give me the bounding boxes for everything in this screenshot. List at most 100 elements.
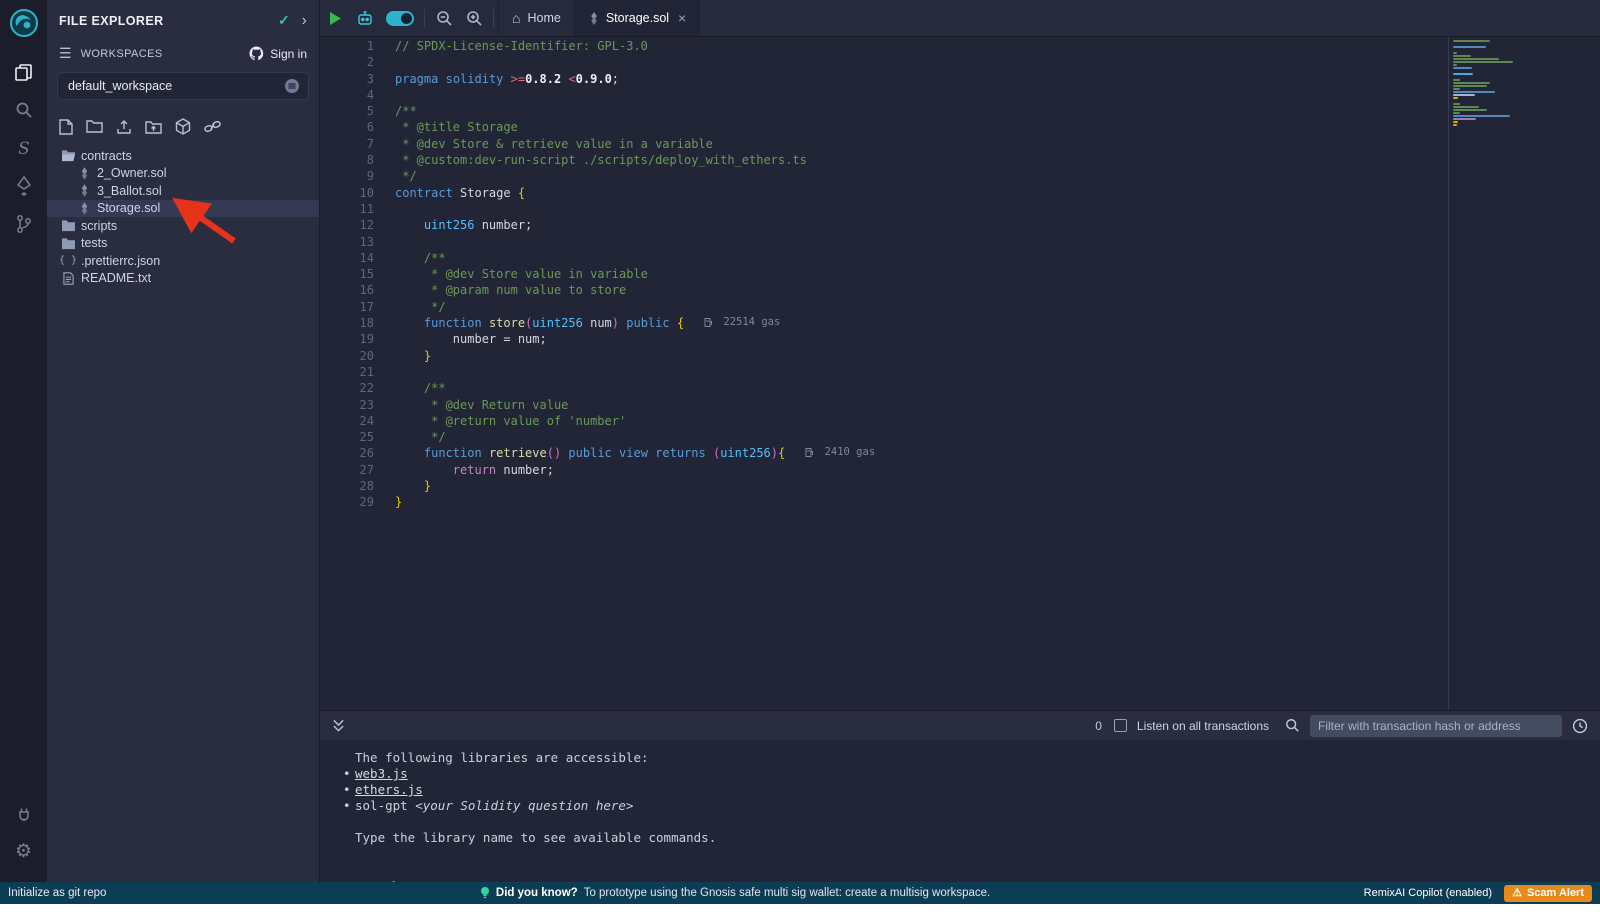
tree-item[interactable]: { }.prettierrc.json xyxy=(47,252,319,270)
workspace-select[interactable]: default_workspace xyxy=(57,72,309,100)
lightbulb-icon xyxy=(480,886,490,900)
sign-in-button[interactable]: Sign in xyxy=(249,46,307,61)
code-line: 12 uint256 number; xyxy=(320,218,1600,234)
transaction-filter-input[interactable] xyxy=(1310,715,1562,737)
github-icon xyxy=(249,46,264,61)
tree-item[interactable]: Storage.sol xyxy=(47,200,319,218)
expand-terminal-icon[interactable] xyxy=(332,718,345,733)
code-line: 22 /** xyxy=(320,381,1600,397)
tree-item[interactable]: tests xyxy=(47,235,319,253)
tree-item[interactable]: 3_Ballot.sol xyxy=(47,182,319,200)
line-number: 19 xyxy=(320,332,374,348)
line-number: 7 xyxy=(320,137,374,153)
tree-item[interactable]: README.txt xyxy=(47,270,319,288)
tree-item[interactable]: contracts xyxy=(47,147,319,165)
tree-item[interactable]: 2_Owner.sol xyxy=(47,165,319,183)
ai-copilot-toggle[interactable] xyxy=(380,0,420,36)
line-number: 2 xyxy=(320,55,374,71)
ai-copilot-robot-icon[interactable] xyxy=(350,0,380,36)
line-number: 10 xyxy=(320,186,374,202)
code-line: 18 function store(uint256 num) public { … xyxy=(320,316,1600,332)
code-editor[interactable]: 1// SPDX-License-Identifier: GPL-3.023pr… xyxy=(320,37,1600,710)
terminal-line: •web3.js xyxy=(320,766,1600,782)
terminal-search-icon[interactable] xyxy=(1285,718,1300,733)
history-clock-icon[interactable] xyxy=(1572,718,1588,734)
code-line: 14 /** xyxy=(320,251,1600,267)
code-line: 6 * @title Storage xyxy=(320,120,1600,136)
deploy-run-icon[interactable] xyxy=(0,167,47,205)
line-number: 16 xyxy=(320,283,374,299)
code-line: 5/** xyxy=(320,104,1600,120)
search-icon[interactable] xyxy=(0,91,47,129)
code-line: 27 return number; xyxy=(320,463,1600,479)
panel-title: FILE EXPLORER xyxy=(59,14,278,28)
code-line: 2 xyxy=(320,55,1600,71)
code-line: 11 xyxy=(320,202,1600,218)
copilot-status[interactable]: RemixAI Copilot (enabled) xyxy=(1364,887,1492,899)
code-line: 21 xyxy=(320,365,1600,381)
code-line: 4 xyxy=(320,88,1600,104)
gas-estimate-badge: 2410 gas xyxy=(805,446,875,458)
tree-item-label: scripts xyxy=(81,219,117,233)
warning-icon: ⚠ xyxy=(1512,888,1522,899)
toggle-pill xyxy=(386,11,414,26)
accept-check-icon[interactable]: ✓ xyxy=(278,12,290,29)
terminal-line: Type the library name to see available c… xyxy=(320,830,1600,846)
zoom-in-icon[interactable] xyxy=(459,0,489,36)
folder-open-icon xyxy=(59,149,77,162)
settings-icon[interactable]: ⚙ xyxy=(0,832,47,870)
workspace-options-icon[interactable] xyxy=(284,78,300,94)
code-line: 19 number = num; xyxy=(320,332,1600,348)
code-line: 23 * @dev Return value xyxy=(320,398,1600,414)
zoom-out-icon[interactable] xyxy=(429,0,459,36)
git-icon[interactable] xyxy=(0,205,47,243)
tab-storage-sol[interactable]: Storage.sol × xyxy=(575,0,700,36)
upload-file-icon[interactable] xyxy=(116,119,132,135)
code-line: 17 */ xyxy=(320,300,1600,316)
tree-item[interactable]: scripts xyxy=(47,217,319,235)
upload-folder-icon[interactable] xyxy=(145,119,162,135)
new-file-icon[interactable] xyxy=(59,119,73,135)
code-line: 29} xyxy=(320,495,1600,511)
solidity-compiler-icon[interactable]: S xyxy=(0,129,47,167)
init-git-repo-button[interactable]: Initialize as git repo xyxy=(8,887,106,899)
terminal-line: The following libraries are accessible: xyxy=(320,750,1600,766)
line-number: 17 xyxy=(320,300,374,316)
line-number: 29 xyxy=(320,495,374,511)
plugin-manager-icon[interactable] xyxy=(0,794,47,832)
file-explorer-icon[interactable] xyxy=(0,53,47,91)
json-icon: { } xyxy=(59,255,77,266)
code-line: 25 */ xyxy=(320,430,1600,446)
library-link[interactable]: web3.js xyxy=(355,766,408,781)
workspaces-menu-icon[interactable]: ☰ xyxy=(59,45,72,62)
remix-logo-icon[interactable] xyxy=(9,8,39,43)
workspaces-label: WORKSPACES xyxy=(81,48,250,60)
run-script-button[interactable] xyxy=(320,0,350,36)
line-number: 18 xyxy=(320,316,374,332)
publish-cube-icon[interactable] xyxy=(175,118,191,135)
line-number: 27 xyxy=(320,463,374,479)
chevron-right-icon[interactable]: › xyxy=(302,13,307,29)
icon-rail: S ⚙ xyxy=(0,0,47,882)
library-link[interactable]: ethers.js xyxy=(355,782,423,797)
terminal[interactable]: The following libraries are accessible:•… xyxy=(320,740,1600,882)
scam-alert-button[interactable]: ⚠ Scam Alert xyxy=(1504,885,1592,902)
tab-home[interactable]: ⌂ Home xyxy=(498,0,575,36)
listen-label: Listen on all transactions xyxy=(1137,719,1269,733)
folder-icon xyxy=(59,237,77,250)
minimap[interactable] xyxy=(1453,40,1523,127)
code-line: 9 */ xyxy=(320,169,1600,185)
listen-checkbox[interactable] xyxy=(1114,719,1127,732)
line-number: 28 xyxy=(320,479,374,495)
gear-glyph: ⚙ xyxy=(15,842,32,861)
terminal-output: The following libraries are accessible:•… xyxy=(320,750,1600,846)
close-tab-icon[interactable]: × xyxy=(678,10,686,26)
file-tree: contracts2_Owner.sol3_Ballot.sol Storage.… xyxy=(47,145,319,287)
link-icon[interactable] xyxy=(204,119,221,134)
terminal-prompt[interactable]: > xyxy=(320,860,1600,876)
line-number: 11 xyxy=(320,202,374,218)
editor-tabbar: ⌂ Home Storage.sol × xyxy=(320,0,1600,37)
tree-item-label: 3_Ballot.sol xyxy=(97,184,162,198)
new-folder-icon[interactable] xyxy=(86,119,103,134)
code-line: 28 } xyxy=(320,479,1600,495)
